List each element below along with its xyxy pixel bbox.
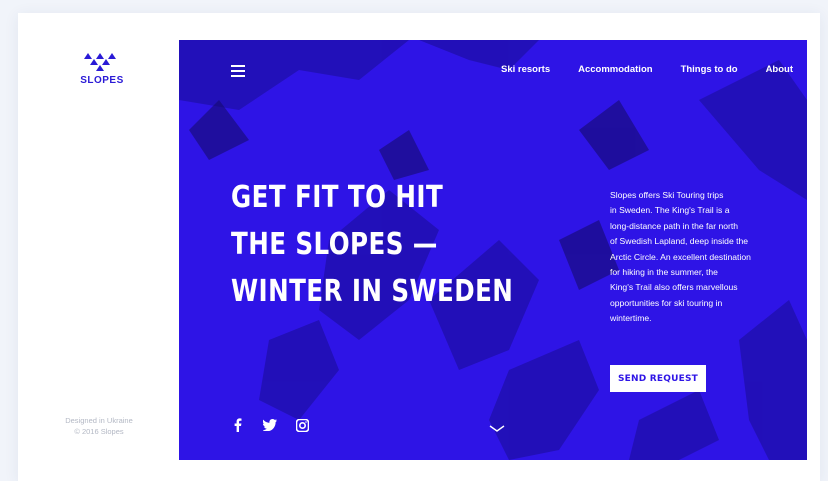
intro-line: Slopes offers Ski Touring trips: [610, 190, 724, 200]
intro-line: wintertime.: [610, 313, 652, 324]
intro-line: for hiking in the summer, the: [610, 267, 718, 278]
chevron-down-icon[interactable]: [489, 420, 505, 438]
hero-section: Ski resorts Accommodation Things to do A…: [179, 40, 807, 460]
hamburger-icon[interactable]: [231, 65, 245, 77]
brand-name: SLOPES: [80, 75, 124, 86]
page-card: SLOPES Designed in Ukraine © 2016 Slopes: [18, 13, 820, 481]
headline-line-3: WINTER IN SWEDEN: [231, 274, 514, 309]
footer-credits: Designed in Ukraine © 2016 Slopes: [54, 415, 144, 437]
main-nav: Ski resorts Accommodation Things to do A…: [501, 64, 807, 75]
instagram-icon[interactable]: [295, 418, 309, 432]
facebook-icon[interactable]: [231, 418, 245, 432]
nav-accommodation[interactable]: Accommodation: [578, 64, 652, 75]
send-request-button[interactable]: SEND REQUEST: [610, 365, 706, 392]
headline-line-2: THE SLOPES —: [231, 227, 438, 262]
nav-things-to-do[interactable]: Things to do: [681, 64, 738, 75]
intro-line: long-distance path in the far north: [610, 220, 739, 231]
intro-paragraph: Slopes offers Ski Touring trips in Swede…: [610, 188, 780, 327]
nav-ski-resorts[interactable]: Ski resorts: [501, 64, 550, 75]
brand-logo[interactable]: SLOPES: [74, 51, 130, 86]
mountain-logo-icon: [84, 53, 116, 71]
twitter-icon[interactable]: [263, 418, 277, 432]
intro-line: King's Trail also offers marvellous: [610, 282, 738, 293]
intro-line: in Sweden. The King's Trail is a: [610, 205, 730, 216]
designed-in-text: Designed in Ukraine: [65, 416, 133, 425]
headline-line-1: GET FIT TO HIT: [231, 180, 444, 215]
nav-about[interactable]: About: [766, 64, 793, 75]
copyright-text: © 2016 Slopes: [74, 427, 124, 436]
intro-line: opportunities for ski touring in: [610, 297, 723, 308]
hero-headline: GET FIT TO HIT THE SLOPES — WINTER IN SW…: [231, 174, 513, 315]
intro-line: of Swedish Lapland, deep inside the: [610, 236, 749, 247]
social-links: [231, 418, 309, 432]
intro-line: Arctic Circle. An excellent destination: [610, 251, 751, 262]
